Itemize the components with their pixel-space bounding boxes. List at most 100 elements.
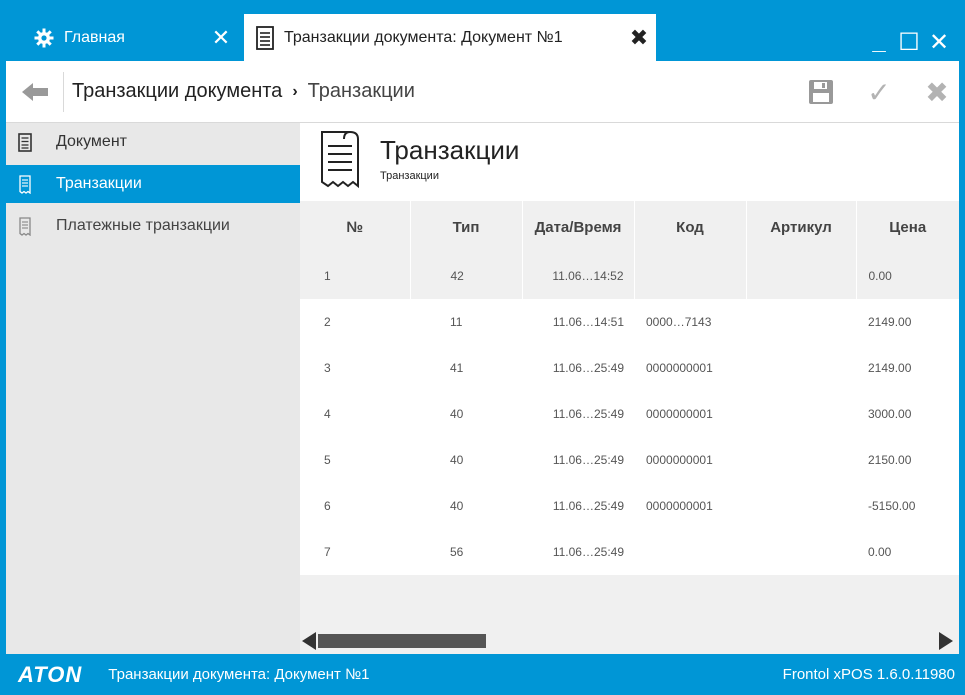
save-icon[interactable]	[805, 79, 837, 105]
toolbar-actions: ✓ ✖	[805, 61, 953, 123]
cell-datetime: 11.06…25:49	[522, 345, 634, 391]
cell-price: 2149.00	[856, 345, 959, 391]
cell-number: 6	[300, 483, 410, 529]
cell-datetime: 11.06…14:51	[522, 299, 634, 345]
scrollbar-thumb[interactable]	[318, 634, 486, 648]
cell-datetime: 11.06…25:49	[522, 483, 634, 529]
cell-datetime: 11.06…25:49	[522, 391, 634, 437]
cell-article	[746, 345, 856, 391]
cell-article	[745, 253, 856, 299]
tab-document-close-icon[interactable]: ✖	[626, 25, 652, 51]
maximize-icon[interactable]: ☐	[897, 28, 921, 57]
column-header-article[interactable]: Артикул	[745, 201, 856, 253]
cell-article	[746, 529, 856, 575]
table-row[interactable]: 1 42 11.06…14:52 0.00	[300, 253, 959, 299]
cell-number: 4	[300, 391, 410, 437]
title-bar: Главная ✕ Транзакции документа: Документ…	[6, 6, 959, 61]
cell-type: 56	[410, 529, 522, 575]
tab-home-label: Главная	[64, 28, 125, 46]
cell-price: 2149.00	[856, 299, 959, 345]
table-row[interactable]: 7 56 11.06…25:49 0.00	[300, 529, 959, 575]
window-close-icon[interactable]: ✕	[927, 28, 951, 57]
breadcrumb: Транзакции документа › Транзакции	[72, 80, 415, 103]
column-header-number[interactable]: №	[300, 201, 410, 253]
cell-article	[746, 437, 856, 483]
cell-code: 0000000001	[634, 391, 746, 437]
arrow-left-icon	[21, 82, 48, 101]
scroll-right-icon[interactable]	[939, 632, 953, 650]
transactions-table: № Тип Дата/Время Код Артикул Цена 1 42 1…	[300, 201, 959, 628]
cell-code	[634, 529, 746, 575]
sidebar-item-document[interactable]: Документ	[6, 123, 300, 161]
table-row[interactable]: 6 40 11.06…25:49 0000000001 -5150.00	[300, 483, 959, 529]
table-row[interactable]: 2 11 11.06…14:51 0000…7143 2149.00	[300, 299, 959, 345]
receipt-icon	[314, 129, 372, 191]
app-window: Главная ✕ Транзакции документа: Документ…	[0, 0, 965, 695]
status-bar: ATON Транзакции документа: Документ №1 F…	[6, 654, 959, 695]
cell-number: 7	[300, 529, 410, 575]
document-icon	[16, 131, 34, 153]
receipt-icon	[16, 173, 34, 195]
cell-article	[746, 483, 856, 529]
main-content: Транзакции Транзакции № Тип Дата/Время К…	[300, 123, 959, 654]
back-button[interactable]	[6, 71, 64, 112]
check-icon[interactable]: ✓	[863, 76, 895, 109]
cell-article	[746, 391, 856, 437]
breadcrumb-current: Транзакции	[307, 80, 415, 102]
page-subtitle: Транзакции	[380, 170, 439, 182]
cell-type: 40	[410, 391, 522, 437]
table-row[interactable]: 5 40 11.06…25:49 0000000001 2150.00	[300, 437, 959, 483]
column-header-price[interactable]: Цена	[855, 201, 959, 253]
toolbar: Транзакции документа › Транзакции ✓ ✖	[6, 61, 959, 123]
gear-icon	[34, 28, 54, 48]
cell-type: 40	[410, 437, 522, 483]
version-label: Frontol xPOS 1.6.0.11980	[782, 666, 955, 683]
cell-code: 0000000001	[634, 437, 746, 483]
sidebar-item-label: Транзакции	[56, 175, 142, 192]
sidebar-item-transactions[interactable]: Транзакции	[6, 165, 300, 203]
document-icon	[256, 25, 274, 50]
cell-article	[746, 299, 856, 345]
cell-price: 0.00	[855, 253, 959, 299]
cell-datetime: 11.06…14:52	[521, 253, 634, 299]
horizontal-scrollbar[interactable]	[300, 628, 959, 654]
scroll-left-icon[interactable]	[302, 632, 316, 650]
cell-datetime: 11.06…25:49	[522, 529, 634, 575]
column-header-code[interactable]: Код	[633, 201, 746, 253]
cell-type: 42	[409, 253, 522, 299]
table-row[interactable]: 3 41 11.06…25:49 0000000001 2149.00	[300, 345, 959, 391]
sidebar-item-label: Документ	[56, 133, 127, 150]
status-text: Транзакции документа: Документ №1	[108, 666, 370, 683]
breadcrumb-parent[interactable]: Транзакции документа	[72, 80, 282, 103]
tab-document-label: Транзакции документа: Документ №1	[284, 28, 563, 46]
close-icon[interactable]: ✖	[921, 76, 953, 109]
cell-type: 40	[410, 483, 522, 529]
cell-number: 2	[300, 299, 410, 345]
window-controls: _ ☐ ✕	[867, 28, 951, 57]
cell-datetime: 11.06…25:49	[522, 437, 634, 483]
table-row[interactable]: 4 40 11.06…25:49 0000000001 3000.00	[300, 391, 959, 437]
cell-code: 0000000001	[634, 345, 746, 391]
sidebar-item-payment-transactions[interactable]: Платежные транзакции	[6, 207, 300, 245]
page-header: Транзакции Транзакции	[300, 123, 959, 201]
tab-home-close-icon[interactable]: ✕	[208, 25, 234, 51]
cell-price: 3000.00	[856, 391, 959, 437]
cell-code	[633, 253, 746, 299]
cell-number: 5	[300, 437, 410, 483]
breadcrumb-separator: ›	[292, 82, 298, 100]
column-header-datetime[interactable]: Дата/Время	[521, 201, 634, 253]
table-header-row: № Тип Дата/Время Код Артикул Цена	[300, 201, 959, 253]
cell-code: 0000000001	[634, 483, 746, 529]
tab-document-transactions[interactable]: Транзакции документа: Документ №1 ✖	[244, 14, 656, 61]
page-title: Транзакции	[380, 135, 520, 165]
cell-price: 2150.00	[856, 437, 959, 483]
cell-code: 0000…7143	[634, 299, 746, 345]
aton-logo: ATON	[18, 661, 83, 687]
column-header-type[interactable]: Тип	[409, 201, 522, 253]
cell-price: -5150.00	[856, 483, 959, 529]
tab-home[interactable]: Главная ✕	[20, 14, 240, 61]
cell-type: 11	[410, 299, 522, 345]
sidebar-item-label: Платежные транзакции	[56, 217, 230, 234]
cell-number: 1	[300, 253, 410, 299]
minimize-icon[interactable]: _	[867, 28, 891, 57]
